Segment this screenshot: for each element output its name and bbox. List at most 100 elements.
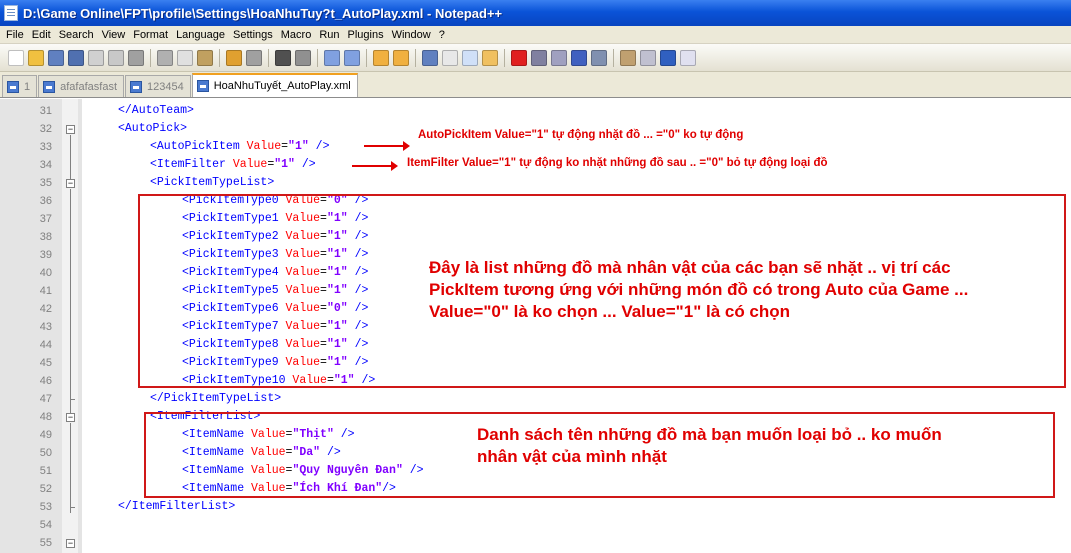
replace-icon[interactable] [295, 49, 311, 66]
code-line[interactable]: 35 <PickItemTypeList> [0, 174, 1071, 192]
line-number: 40 [39, 267, 52, 279]
save-macro-icon[interactable] [591, 49, 607, 66]
menu-file[interactable]: File [2, 29, 28, 41]
paste-icon[interactable] [197, 49, 213, 66]
tab-file[interactable]: 1 [2, 75, 38, 97]
line-number: 55 [39, 537, 52, 549]
toolbar-separator [504, 48, 505, 67]
tab-label: HoaNhuTuyết_AutoPlay.xml [213, 80, 351, 92]
line-number: 49 [39, 429, 52, 441]
code-line[interactable]: 53 </ItemFilterList> [0, 498, 1071, 516]
menu-search[interactable]: Search [55, 29, 98, 41]
xml-tag-token: </ItemFilterList> [118, 500, 236, 513]
notepad-icon [4, 5, 18, 21]
line-number: 51 [39, 465, 52, 477]
cut-icon[interactable] [157, 49, 173, 66]
record-macro-icon[interactable] [511, 49, 527, 66]
language-icon[interactable] [482, 49, 498, 66]
xml-tag-token: <PickItemTypeList> [150, 176, 275, 189]
toolbar-separator [317, 48, 318, 67]
code-text: <PickItemTypeList> [150, 174, 274, 192]
toolbar [0, 44, 1071, 72]
toolbar-separator [415, 48, 416, 67]
menu-help[interactable]: ? [435, 29, 449, 41]
tab-file[interactable]: afafafasfast [38, 75, 124, 97]
line-number: 52 [39, 483, 52, 495]
spell-check-icon[interactable] [660, 49, 676, 66]
toolbar-separator [150, 48, 151, 67]
find-icon[interactable] [275, 49, 291, 66]
zoom-in-icon[interactable] [324, 49, 340, 66]
menu-language[interactable]: Language [172, 29, 229, 41]
line-number: 43 [39, 321, 52, 333]
sync-vertical-icon[interactable] [373, 49, 389, 66]
save-icon[interactable] [48, 49, 64, 66]
line-number: 34 [39, 159, 52, 171]
redo-icon[interactable] [246, 49, 262, 66]
filter-list-annotation-line1: Danh sách tên những đồ mà bạn muốn loại … [477, 425, 942, 444]
tab-label: afafafasfast [60, 80, 117, 93]
line-number: 33 [39, 141, 52, 153]
window-icon[interactable] [680, 49, 696, 66]
line-number: 35 [39, 177, 52, 189]
line-number: 46 [39, 375, 52, 387]
line-number: 41 [39, 285, 52, 297]
code-line[interactable]: 47 </PickItemTypeList> [0, 390, 1071, 408]
menu-settings[interactable]: Settings [229, 29, 277, 41]
line-number: 44 [39, 339, 52, 351]
new-file-icon[interactable] [8, 49, 24, 66]
xml-tag-token: <AutoPick> [118, 122, 188, 135]
play-macro-icon[interactable] [551, 49, 567, 66]
indent-guide-icon[interactable] [462, 49, 478, 66]
close-file-icon[interactable] [88, 49, 104, 66]
filter-list-annotation-line2: nhân vật của mình nhặt [477, 447, 667, 466]
tab-label: 123454 [147, 80, 184, 93]
xml-attr-token: Value [246, 140, 282, 153]
menu-window[interactable]: Window [388, 29, 435, 41]
menu-edit[interactable]: Edit [28, 29, 55, 41]
close-all-icon[interactable] [108, 49, 124, 66]
pick-list-annotation-line1: Đây là list những đồ mà nhân vật của các… [429, 258, 951, 277]
code-line[interactable]: 54 [0, 516, 1071, 534]
menu-plugins[interactable]: Plugins [344, 29, 388, 41]
menu-run[interactable]: Run [315, 29, 343, 41]
title-bar: D:\Game Online\FPT\profile\Settings\HoaN… [0, 0, 1071, 26]
annotation-arrow [352, 161, 398, 171]
copy-icon[interactable] [177, 49, 193, 66]
menu-view[interactable]: View [98, 29, 130, 41]
tab-file[interactable]: HoaNhuTuyết_AutoPlay.xml [191, 73, 358, 97]
tab-label: 1 [24, 80, 31, 93]
menu-format[interactable]: Format [129, 29, 172, 41]
line-number: 54 [39, 519, 52, 531]
annotation-arrow [364, 141, 410, 151]
line-number: 39 [39, 249, 52, 261]
stop-macro-icon[interactable] [531, 49, 547, 66]
tab-file[interactable]: 123454 [125, 75, 191, 97]
line-number: 48 [39, 411, 52, 423]
save-all-icon[interactable] [68, 49, 84, 66]
undo-icon[interactable] [226, 49, 242, 66]
sync-horizontal-icon[interactable] [393, 49, 409, 66]
line-number: 42 [39, 303, 52, 315]
menu-macro[interactable]: Macro [277, 29, 316, 41]
preview-icon[interactable] [640, 49, 656, 66]
word-wrap-icon[interactable] [422, 49, 438, 66]
line-number: 36 [39, 195, 52, 207]
print-icon[interactable] [128, 49, 144, 66]
run-macro-multiple-icon[interactable] [571, 49, 587, 66]
code-line[interactable]: 31 </AutoTeam> [0, 102, 1071, 120]
open-file-icon[interactable] [28, 49, 44, 66]
xml-tag-token: <ItemFilter [150, 158, 233, 171]
xml-tag-token: /> [294, 158, 316, 171]
file-icon [7, 80, 19, 93]
code-line[interactable]: 55 [0, 534, 1071, 552]
line-number: 50 [39, 447, 52, 459]
tab-bar: 1 afafafasfast 123454 HoaNhuTuyết_AutoPlay.… [0, 72, 1071, 98]
code-text: <ItemFilter Value="1" /> [150, 156, 316, 174]
toolbar-separator [613, 48, 614, 67]
plugin-icon[interactable] [620, 49, 636, 66]
show-all-chars-icon[interactable] [442, 49, 458, 66]
line-number: 45 [39, 357, 52, 369]
toolbar-separator [219, 48, 220, 67]
zoom-out-icon[interactable] [344, 49, 360, 66]
